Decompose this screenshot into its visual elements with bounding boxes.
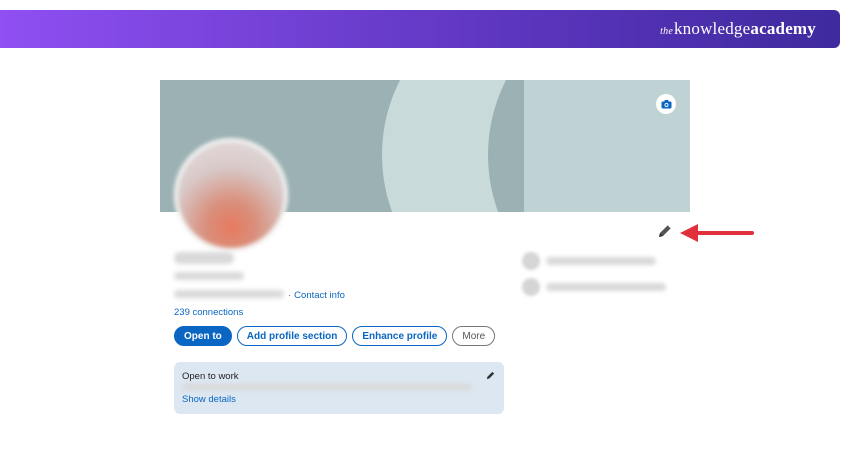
edit-cover-button[interactable]	[656, 94, 676, 114]
blurred-headline	[174, 272, 244, 280]
brand-logo-prefix: the	[660, 26, 673, 37]
brand-logo-word2: academy	[750, 19, 816, 38]
school-logo	[522, 278, 540, 296]
profile-avatar[interactable]	[174, 138, 288, 252]
enhance-profile-button[interactable]: Enhance profile	[352, 326, 448, 346]
red-arrow-icon	[680, 224, 754, 242]
blurred-location	[174, 290, 284, 298]
profile-card: · Contact info 239 connections Open to Ad…	[160, 80, 690, 416]
company-logo	[522, 252, 540, 270]
blurred-company-item[interactable]	[522, 252, 656, 270]
brand-logo-word1: knowledge	[673, 19, 751, 38]
blurred-job-preferences	[182, 384, 472, 390]
open-to-work-title: Open to work	[182, 371, 239, 382]
connections-link[interactable]: 239 connections	[174, 307, 243, 318]
add-profile-section-button[interactable]: Add profile section	[236, 326, 348, 346]
separator-dot: ·	[288, 290, 292, 301]
contact-info-link[interactable]: · Contact info	[288, 290, 345, 301]
blurred-school-item[interactable]	[522, 278, 666, 296]
brand-header-bar: theknowledgeacademy	[0, 10, 840, 48]
open-to-work-card: Open to work Show details	[174, 362, 504, 414]
blurred-name	[174, 252, 234, 264]
blurred-school-text	[546, 283, 666, 291]
pencil-icon[interactable]	[485, 370, 496, 381]
camera-icon	[661, 99, 671, 108]
profile-actions: Open to Add profile section Enhance prof…	[174, 326, 496, 346]
blurred-company-text	[546, 257, 656, 265]
pencil-icon[interactable]	[656, 222, 674, 240]
show-details-link[interactable]: Show details	[182, 394, 236, 405]
brand-logo: theknowledgeacademy	[660, 19, 816, 39]
open-to-button[interactable]: Open to	[174, 326, 232, 346]
contact-info-label: Contact info	[294, 290, 345, 301]
more-button[interactable]: More	[452, 326, 496, 346]
